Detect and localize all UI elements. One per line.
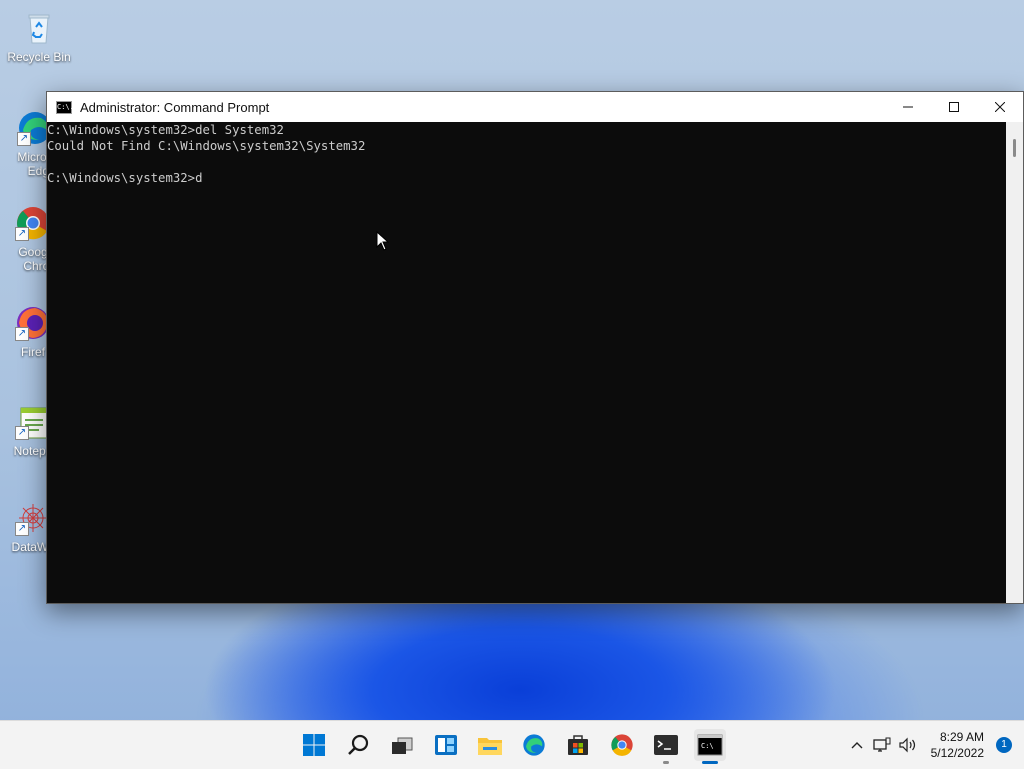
notification-badge[interactable]: 1: [996, 737, 1012, 753]
terminal-taskbar-button[interactable]: [650, 729, 682, 764]
network-icon: [872, 737, 891, 752]
file-explorer-icon: [478, 738, 502, 755]
store-icon: [568, 735, 588, 755]
console-input-line[interactable]: C:\Windows\system32>d: [47, 170, 1006, 186]
close-button[interactable]: [977, 92, 1023, 122]
title-bar[interactable]: C:\. Administrator: Command Prompt: [47, 92, 1023, 122]
show-hidden-icons-button[interactable]: [845, 741, 869, 749]
close-icon: [995, 102, 1005, 112]
mouse-pointer-icon: [376, 231, 390, 251]
volume-icon: [899, 737, 915, 753]
chevron-up-icon: [851, 742, 863, 749]
svg-text:C:\: C:\: [701, 742, 714, 750]
system-tray: 8:29 AM 5/12/2022 1: [845, 721, 1024, 769]
volume-button[interactable]: [895, 737, 921, 753]
command-prompt-taskbar-button[interactable]: C:\: [694, 729, 726, 764]
edge-taskbar-button[interactable]: [518, 729, 550, 761]
recycle-bin-icon: [21, 10, 57, 46]
cmd-icon: C:\.: [56, 100, 74, 114]
console-line: Could Not Find C:\Windows\system32\Syste…: [47, 139, 366, 153]
search-button[interactable]: [342, 729, 374, 761]
clock[interactable]: 8:29 AM 5/12/2022: [931, 729, 984, 761]
network-button[interactable]: [869, 737, 895, 753]
maximize-icon: [949, 102, 959, 112]
shortcut-arrow-icon: ↗: [15, 426, 29, 440]
console-line: C:\Windows\system32>del System32: [47, 123, 284, 137]
edge-icon: [523, 734, 545, 756]
task-view-button[interactable]: [386, 729, 418, 761]
shortcut-arrow-icon: ↗: [15, 327, 29, 341]
desktop-icon-recycle-bin[interactable]: Recycle Bin: [2, 10, 76, 64]
running-indicator: [663, 761, 669, 764]
window-title: Administrator: Command Prompt: [80, 99, 270, 115]
shortcut-arrow-icon: ↗: [15, 227, 29, 241]
active-indicator: [702, 761, 718, 764]
console-output[interactable]: C:\Windows\system32>del System32 Could N…: [47, 122, 1006, 603]
minimize-button[interactable]: [885, 92, 931, 122]
task-view-icon: [392, 737, 413, 754]
cmd-icon: C:\: [697, 734, 723, 756]
start-button[interactable]: [298, 729, 330, 761]
minimize-icon: [903, 106, 913, 108]
chrome-taskbar-button[interactable]: [606, 729, 638, 761]
scrollbar-thumb[interactable]: [1013, 139, 1016, 157]
clock-time: 8:29 AM: [939, 730, 984, 744]
shortcut-arrow-icon: ↗: [17, 132, 31, 146]
clock-date: 5/12/2022: [930, 746, 984, 760]
windows-start-icon: [303, 734, 325, 756]
file-explorer-button[interactable]: [474, 729, 506, 761]
desktop-icon-label: Recycle Bin: [7, 50, 71, 64]
terminal-icon: [654, 735, 678, 755]
chrome-icon: [611, 734, 633, 756]
shortcut-arrow-icon: ↗: [15, 522, 29, 536]
search-icon: [348, 734, 369, 755]
widgets-icon: [435, 735, 457, 755]
taskbar: C:\ 8:29 AM 5/12/2022 1: [0, 720, 1024, 769]
store-button[interactable]: [562, 729, 594, 761]
command-prompt-window[interactable]: C:\. Administrator: Command Prompt C:\Wi…: [46, 91, 1024, 604]
maximize-button[interactable]: [931, 92, 977, 122]
vertical-scrollbar[interactable]: [1006, 122, 1023, 603]
widgets-button[interactable]: [430, 729, 462, 761]
